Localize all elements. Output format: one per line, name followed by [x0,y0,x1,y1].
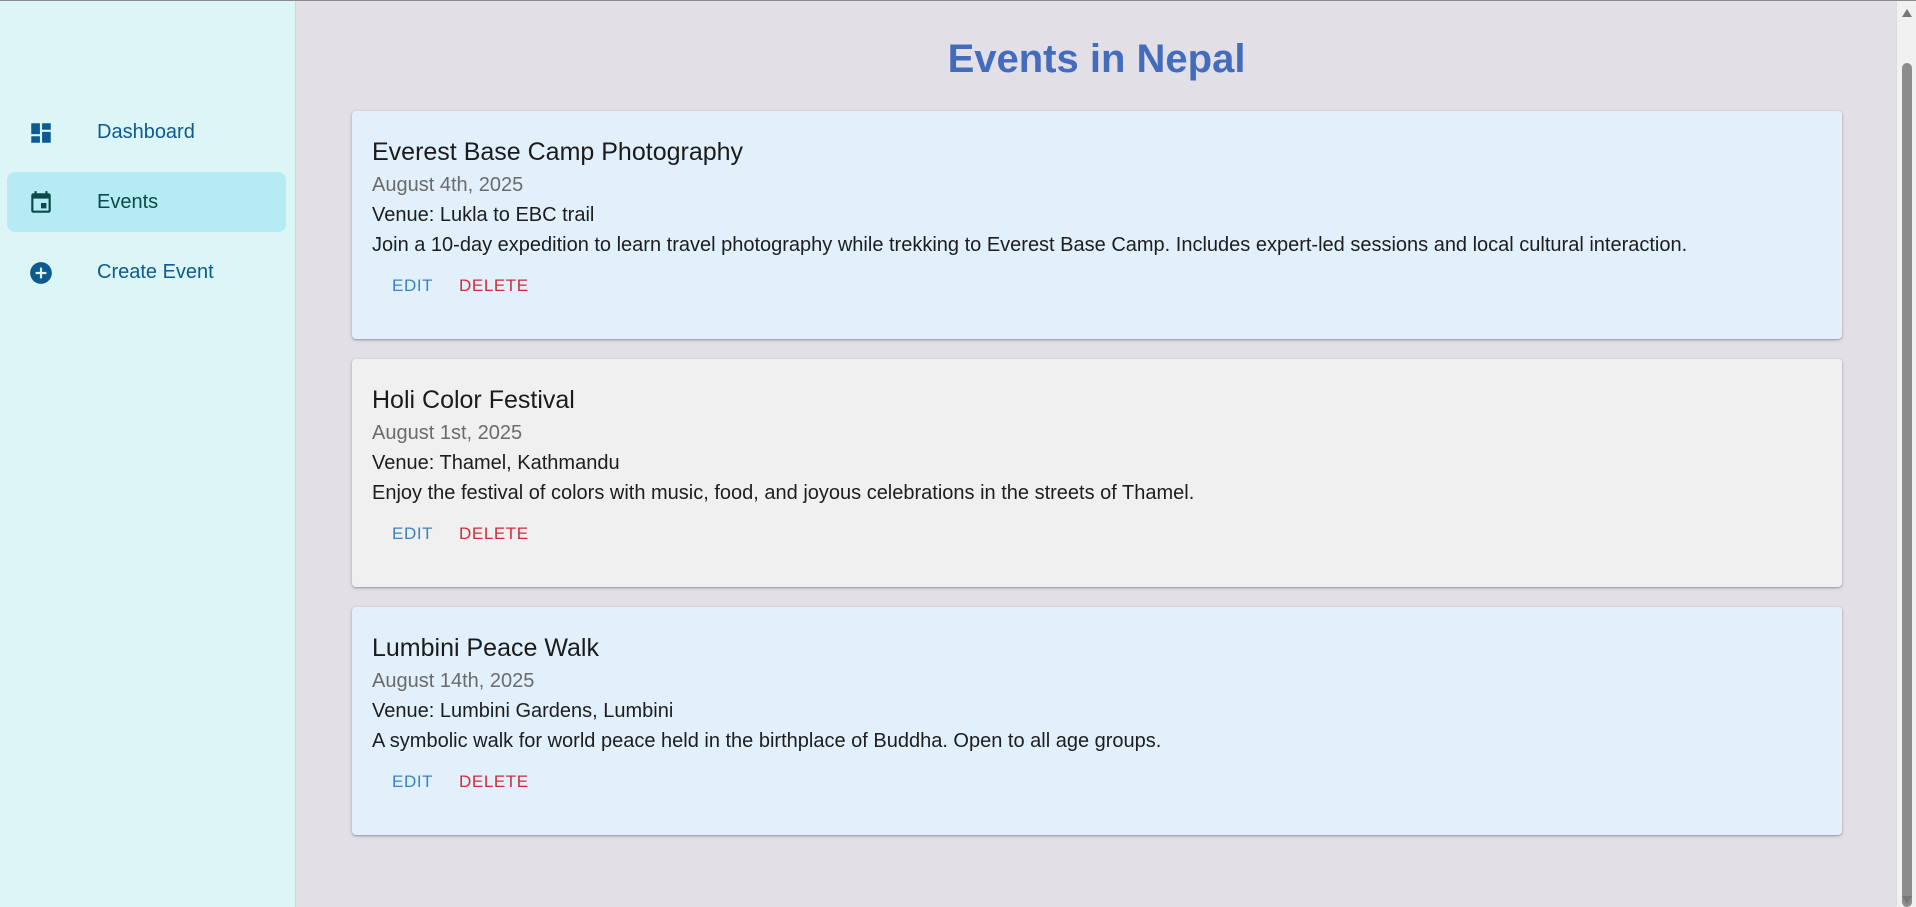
scrollbar-thumb[interactable] [1902,63,1912,907]
sidebar-item-label: Events [97,190,159,213]
add-circle-icon [30,262,52,284]
sidebar: Dashboard Events Create Event [0,1,296,907]
delete-button[interactable]: DELETE [439,268,549,304]
event-description: A symbolic walk for world peace held in … [372,730,1162,752]
sidebar-item-label: Dashboard [97,120,195,143]
calendar-icon [31,191,51,213]
sidebar-item-label: Create Event [97,260,214,283]
sidebar-nav: Dashboard Events Create Event [7,102,286,312]
event-card: Everest Base Camp Photography August 4th… [352,111,1842,339]
event-title: Holi Color Festival [372,386,575,414]
sidebar-item-dashboard[interactable]: Dashboard [7,102,286,162]
event-date: August 4th, 2025 [372,174,524,196]
event-title: Lumbini Peace Walk [372,634,599,662]
event-date: August 14th, 2025 [372,670,535,692]
event-description: Enjoy the festival of colors with music,… [372,482,1195,504]
scroll-down-arrow-icon[interactable] [1902,896,1912,904]
event-description: Join a 10-day expedition to learn travel… [372,234,1688,256]
event-venue: Venue: Lumbini Gardens, Lumbini [372,700,674,722]
event-card: Lumbini Peace Walk August 14th, 2025 Ven… [352,607,1842,835]
event-date: August 1st, 2025 [372,422,523,444]
sidebar-item-events[interactable]: Events [7,172,286,232]
event-title: Everest Base Camp Photography [372,138,744,166]
delete-button[interactable]: DELETE [439,516,549,552]
sidebar-item-create-event[interactable]: Create Event [7,242,286,302]
delete-button[interactable]: DELETE [439,764,549,800]
event-venue: Venue: Thamel, Kathmandu [372,452,620,474]
main-content: Events in Nepal Everest Base Camp Photog… [297,1,1896,907]
dashboard-icon [31,123,51,143]
event-venue: Venue: Lukla to EBC trail [372,204,595,226]
vertical-scrollbar[interactable] [1896,1,1916,907]
scroll-up-arrow-icon[interactable] [1902,9,1912,17]
event-card: Holi Color Festival August 1st, 2025 Ven… [352,359,1842,587]
page-title: Events in Nepal [947,37,1246,81]
